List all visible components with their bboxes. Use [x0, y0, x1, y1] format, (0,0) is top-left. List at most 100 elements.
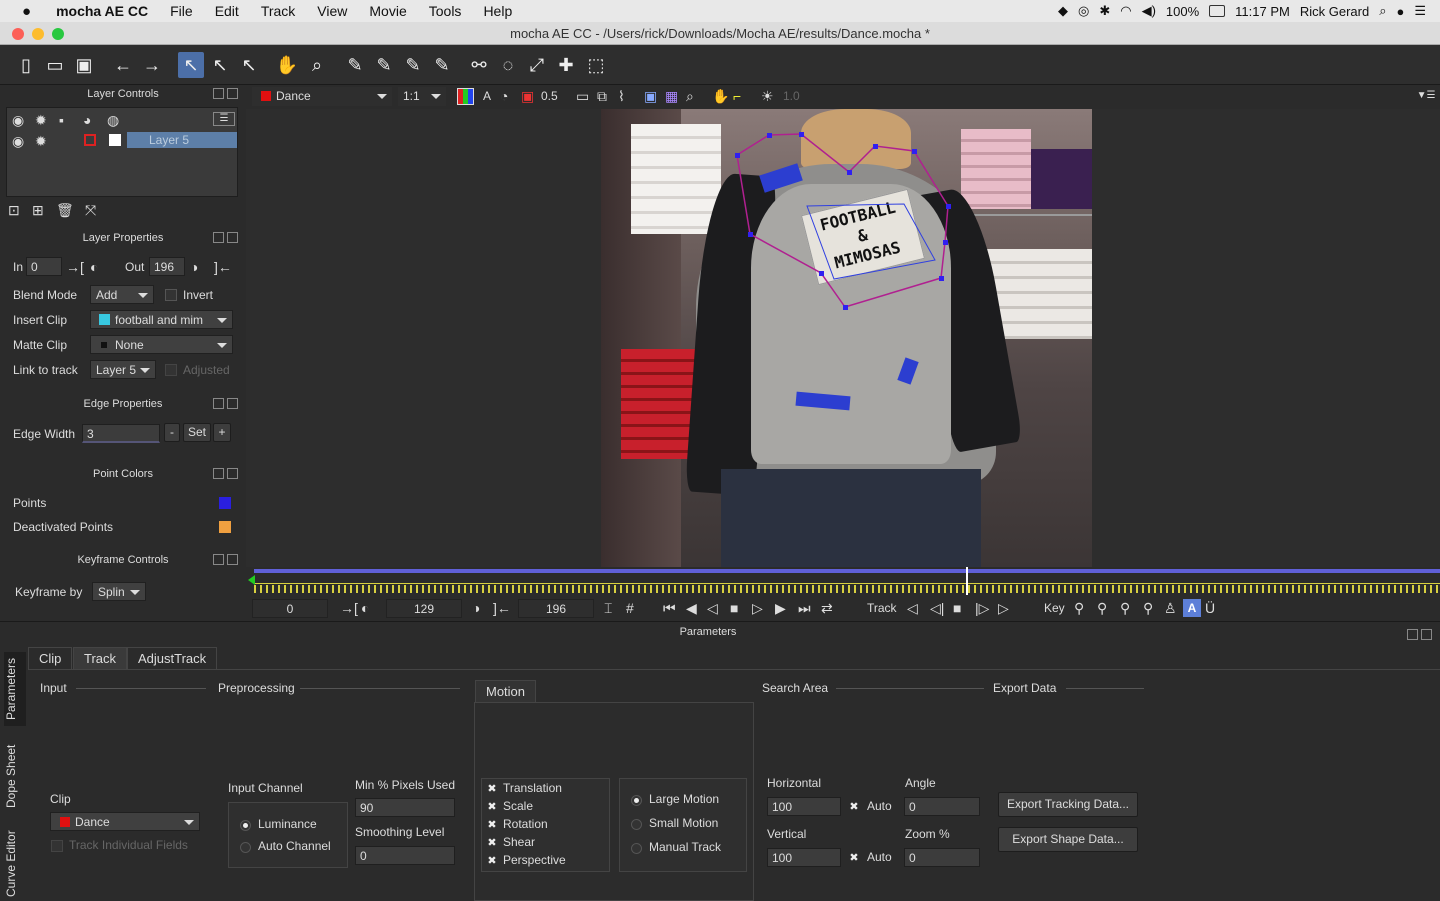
zoom-tool-icon[interactable]: ⌕: [304, 52, 330, 78]
min-pixels-field[interactable]: 90: [355, 798, 455, 817]
save-project-icon[interactable]: ▣: [71, 52, 97, 78]
tab-adjust-track[interactable]: AdjustTrack: [127, 647, 218, 669]
spline-point[interactable]: [912, 149, 917, 154]
layer-visibility-icon[interactable]: ◉: [12, 133, 24, 149]
layer-properties-panel-buttons[interactable]: [213, 232, 238, 243]
overlay-opacity[interactable]: 0.5: [541, 89, 558, 103]
surface-tool-icon[interactable]: ⬚: [583, 52, 609, 78]
adjusted-checkbox[interactable]: [165, 364, 177, 376]
add-point-tool-icon[interactable]: ↖: [236, 52, 262, 78]
track-backwards-icon[interactable]: ◁: [907, 600, 918, 616]
timeline[interactable]: [246, 567, 1440, 597]
parameters-panel-buttons[interactable]: [1407, 629, 1432, 640]
side-tab-parameters[interactable]: Parameters: [4, 652, 26, 726]
layer-menu-icon[interactable]: ☰: [213, 112, 235, 126]
keyframe-controls-panel-buttons[interactable]: [213, 554, 238, 565]
layer-outline-color-swatch[interactable]: [84, 134, 96, 146]
horizontal-field[interactable]: 100: [767, 797, 841, 816]
alpha-channel-label[interactable]: A: [483, 89, 491, 103]
volume-icon[interactable]: ◀): [1142, 3, 1156, 19]
out-field[interactable]: 196: [149, 257, 185, 276]
prev-keyframe-icon[interactable]: ⚲: [1074, 600, 1084, 616]
spline-point[interactable]: [767, 133, 772, 138]
point-colors-panel-buttons[interactable]: [213, 468, 238, 479]
in-field[interactable]: 0: [26, 257, 62, 276]
play-forwards-icon[interactable]: ▶: [775, 600, 786, 616]
out-frame-field[interactable]: 196: [518, 599, 594, 618]
rotation-checkbox[interactable]: ✖: [486, 819, 498, 831]
show-layer-outlines-icon[interactable]: ⧉: [597, 88, 607, 104]
layer-matte-color-swatch[interactable]: [109, 134, 121, 146]
spline-shape[interactable]: [736, 133, 949, 308]
show-grid-icon[interactable]: ▦: [665, 88, 678, 104]
link-to-track-dropdown[interactable]: Layer 5: [90, 360, 156, 379]
hand-tool-icon[interactable]: ✋: [274, 52, 300, 78]
spline-point[interactable]: [939, 276, 944, 281]
scale-tool-icon[interactable]: ⤢: [524, 52, 550, 78]
bluetooth-icon[interactable]: ✱: [1099, 3, 1110, 19]
attach-layer-icon[interactable]: ⚯: [466, 52, 492, 78]
creative-cloud-icon[interactable]: ◎: [1078, 3, 1089, 19]
spline-point[interactable]: [819, 271, 824, 276]
delete-keyframe-icon[interactable]: ⚲: [1143, 600, 1153, 616]
siri-icon[interactable]: ●: [1396, 4, 1404, 19]
matte-overlay-icon[interactable]: ▣: [521, 88, 534, 104]
tab-clip[interactable]: Clip: [28, 647, 73, 669]
set-out-icon[interactable]: ]←: [493, 600, 511, 616]
points-color-swatch[interactable]: [219, 497, 231, 509]
track-forwards-icon[interactable]: ▷: [998, 600, 1009, 616]
layer-cog-icon[interactable]: ✹: [35, 133, 47, 149]
menu-movie[interactable]: Movie: [358, 3, 417, 19]
scale-checkbox[interactable]: ✖: [486, 801, 498, 813]
stabilize-icon[interactable]: ✋: [712, 88, 729, 104]
spline-point[interactable]: [735, 153, 740, 158]
spline-point[interactable]: [946, 204, 951, 209]
perspective-checkbox[interactable]: ✖: [486, 855, 498, 867]
add-layer-icon[interactable]: ⊡: [8, 202, 20, 218]
invert-checkbox[interactable]: [165, 289, 177, 301]
large-motion-radio[interactable]: [631, 795, 642, 806]
set-in-icon[interactable]: →[: [340, 600, 358, 616]
edge-width-set-button[interactable]: Set: [183, 423, 211, 442]
small-motion-radio[interactable]: [631, 819, 642, 830]
app-menu[interactable]: mocha AE CC: [45, 3, 159, 19]
viewer-menu-icon[interactable]: ▼☰: [1416, 89, 1436, 104]
create-x-spline-icon[interactable]: ✎: [342, 52, 368, 78]
track-individual-fields-checkbox[interactable]: [51, 840, 63, 852]
edge-properties-panel-buttons[interactable]: [213, 398, 238, 409]
add-x-spline-icon[interactable]: ✎: [371, 52, 397, 78]
export-shape-data-button[interactable]: Export Shape Data...: [998, 827, 1138, 852]
spline-point[interactable]: [847, 170, 852, 175]
undo-icon[interactable]: ←: [110, 52, 136, 78]
vertical-field[interactable]: 100: [767, 848, 841, 867]
minimize-window-icon[interactable]: [32, 28, 44, 40]
deactivated-points-color-swatch[interactable]: [219, 521, 231, 533]
rgb-channel-icon[interactable]: [457, 88, 474, 105]
layer-name[interactable]: Layer 5: [127, 132, 237, 148]
auto-channel-radio[interactable]: [240, 842, 251, 853]
move-tool-icon[interactable]: ✚: [553, 52, 579, 78]
menu-view[interactable]: View: [306, 3, 358, 19]
track-stop-icon[interactable]: ■: [953, 600, 961, 616]
edge-width-minus-button[interactable]: -: [164, 423, 180, 442]
out-keyframe-icon[interactable]: ◑: [190, 259, 198, 275]
set-out-point-icon[interactable]: ]←: [214, 259, 232, 275]
export-tracking-data-button[interactable]: Export Tracking Data...: [998, 792, 1138, 817]
delete-all-keyframes-icon[interactable]: ♙: [1164, 600, 1177, 616]
step-back-icon[interactable]: ◁: [707, 600, 718, 616]
add-keyframe-icon[interactable]: ⚲: [1120, 600, 1130, 616]
autokey-icon[interactable]: A: [1183, 599, 1201, 617]
redo-icon[interactable]: →: [139, 52, 165, 78]
in-keyframe-icon[interactable]: ◐: [90, 259, 98, 275]
menu-file[interactable]: File: [159, 3, 204, 19]
vertical-auto-checkbox[interactable]: ✖: [848, 852, 860, 864]
show-surface-icon[interactable]: ▣: [644, 88, 657, 104]
show-layers-icon[interactable]: ▭: [576, 88, 589, 104]
start-frame-field[interactable]: 0: [252, 599, 328, 618]
matte-clip-dropdown[interactable]: None: [90, 335, 233, 354]
side-tab-curve-editor[interactable]: Curve Editor: [4, 826, 26, 901]
menu-edit[interactable]: Edit: [204, 3, 250, 19]
overlay-toggle-icon[interactable]: ◔: [500, 88, 508, 104]
dropbox-icon[interactable]: ◆: [1058, 3, 1068, 19]
spotlight-icon[interactable]: ⌕: [1379, 3, 1386, 19]
